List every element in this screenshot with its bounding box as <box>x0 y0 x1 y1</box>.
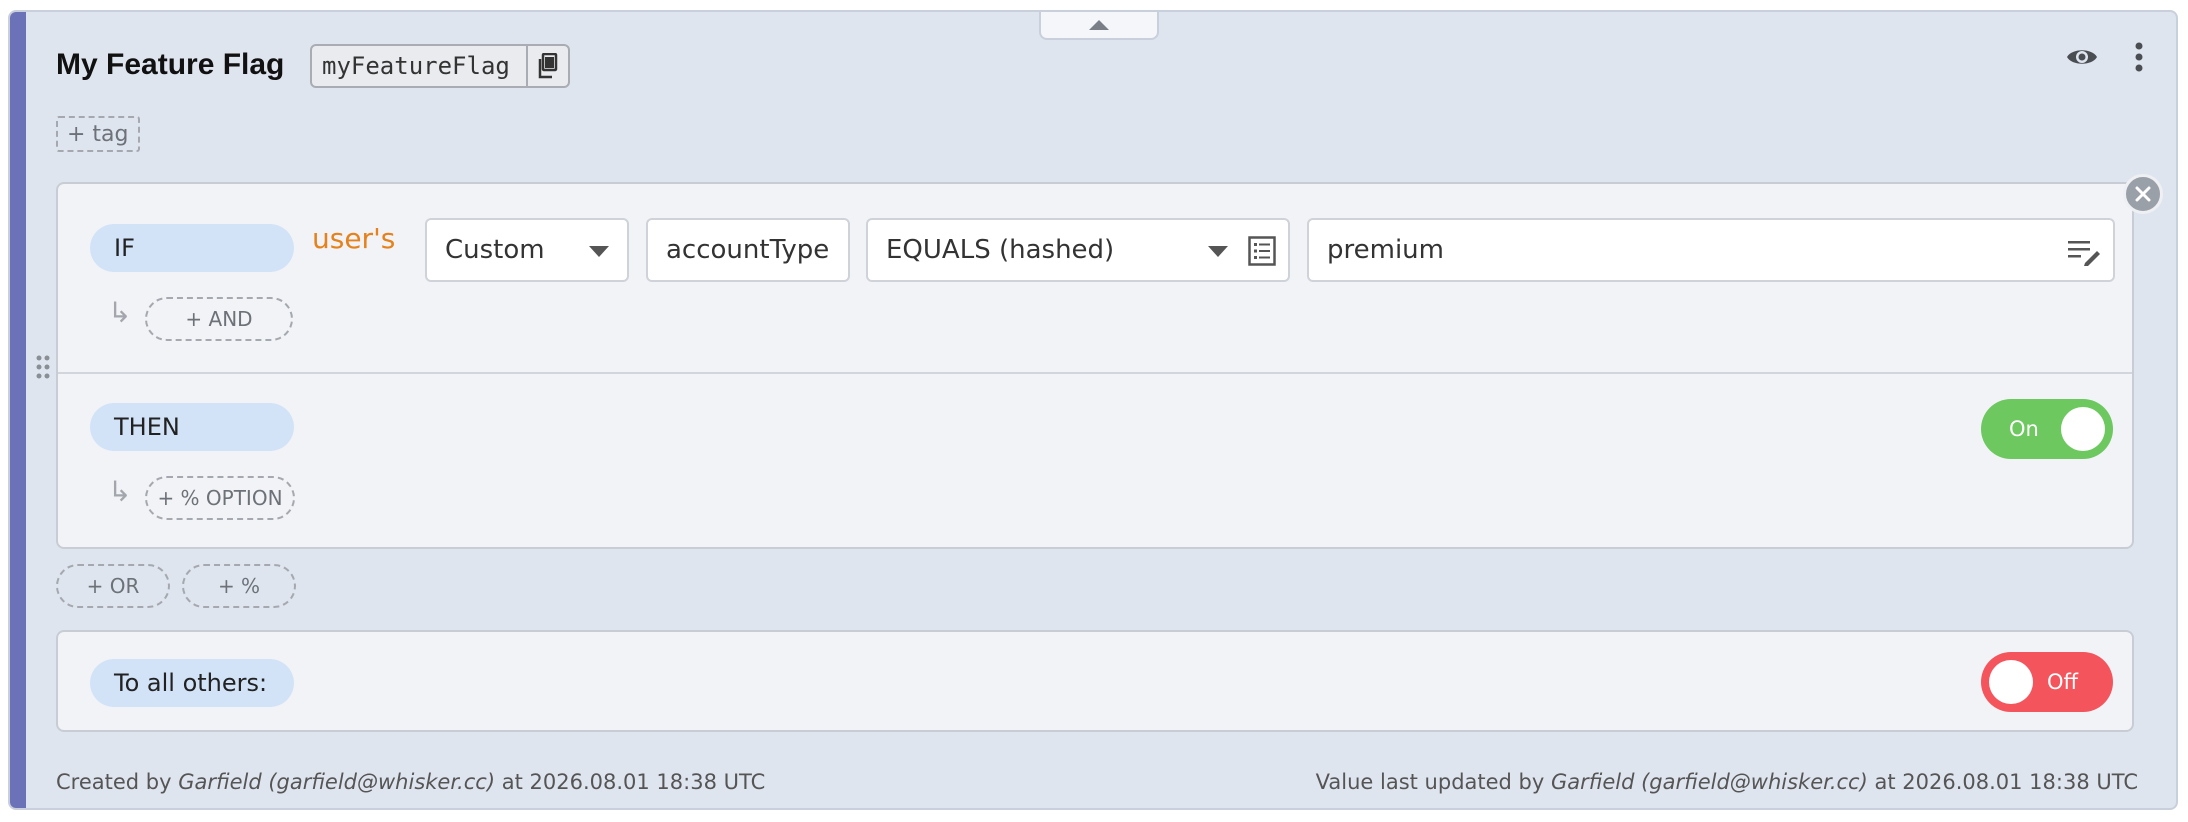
drag-handle[interactable] <box>36 355 50 383</box>
feature-flag-card: My Feature Flag myFeatureFlag + tag IF u… <box>8 10 2178 810</box>
flag-key: myFeatureFlag <box>322 52 510 80</box>
more-vertical-icon <box>2135 42 2143 72</box>
attribute-type-value: Custom <box>445 235 545 265</box>
card-accent-bar <box>10 12 26 808</box>
attribute-name-value: accountType <box>666 235 830 265</box>
add-percent-rule-button[interactable]: + % <box>182 564 296 608</box>
comparison-value: premium <box>1327 235 1444 265</box>
to-all-others-label: To all others: <box>90 659 294 707</box>
default-rule: To all others: Off <box>56 630 2134 732</box>
default-toggle[interactable]: Off <box>1981 652 2113 712</box>
copy-key-button[interactable] <box>526 46 568 86</box>
drag-grip-icon <box>36 355 50 379</box>
preview-button[interactable] <box>2066 46 2098 72</box>
more-menu-button[interactable] <box>2134 42 2144 76</box>
users-label: user's <box>312 222 396 255</box>
chevron-down-icon <box>1208 246 1228 257</box>
created-info: Created by Garfield (garfield@whisker.cc… <box>56 770 765 794</box>
updated-info: Value last updated by Garfield (garfield… <box>1316 770 2138 794</box>
caret-up-icon <box>1089 20 1109 30</box>
attribute-name-input[interactable]: accountType <box>646 218 850 282</box>
text-edit-icon <box>2068 241 2100 266</box>
updated-by: Garfield (garfield@whisker.cc) <box>1551 770 1868 794</box>
edit-value-button[interactable] <box>2067 238 2101 273</box>
created-prefix: Created by <box>56 770 172 794</box>
comparison-value-input[interactable]: premium <box>1307 218 2115 282</box>
eye-icon <box>2067 50 2097 64</box>
list-view-button[interactable] <box>1248 236 1276 273</box>
updated-prefix: Value last updated by <box>1315 770 1545 794</box>
add-or-rule-button[interactable]: + OR <box>56 564 170 608</box>
list-icon <box>1248 236 1276 266</box>
attribute-type-select[interactable]: Custom <box>425 218 629 282</box>
updated-at: at 2026.08.01 18:38 UTC <box>1874 770 2138 794</box>
collapse-button[interactable] <box>1039 12 1159 40</box>
add-percent-option-button[interactable]: + % OPTION <box>145 476 295 520</box>
toggle-knob <box>1989 660 2033 704</box>
option-arrow-icon: ↳ <box>108 475 132 508</box>
add-and-condition-button[interactable]: + AND <box>145 297 293 341</box>
toggle-knob <box>2061 407 2105 451</box>
add-tag-button[interactable]: + tag <box>56 116 140 152</box>
targeting-rule: IF user's Custom accountType EQUALS (has… <box>56 182 2134 549</box>
then-label: THEN <box>90 403 294 451</box>
copy-icon <box>538 53 558 79</box>
comparator-value: EQUALS (hashed) <box>886 235 1115 265</box>
then-toggle-label: On <box>2009 417 2039 441</box>
then-toggle[interactable]: On <box>1981 399 2113 459</box>
default-toggle-label: Off <box>2047 670 2078 694</box>
header-actions <box>2066 42 2144 76</box>
flag-title: My Feature Flag <box>56 48 285 81</box>
chevron-down-icon <box>589 246 609 257</box>
comparator-select[interactable]: EQUALS (hashed) <box>866 218 1290 282</box>
close-icon <box>2135 186 2151 202</box>
flag-key-chip: myFeatureFlag <box>310 44 570 88</box>
rule-divider <box>58 372 2132 374</box>
created-at: at 2026.08.01 18:38 UTC <box>501 770 766 794</box>
delete-rule-button[interactable] <box>2123 174 2163 214</box>
if-label: IF <box>90 224 294 272</box>
created-by: Garfield (garfield@whisker.cc) <box>178 770 496 794</box>
and-arrow-icon: ↳ <box>108 296 132 329</box>
